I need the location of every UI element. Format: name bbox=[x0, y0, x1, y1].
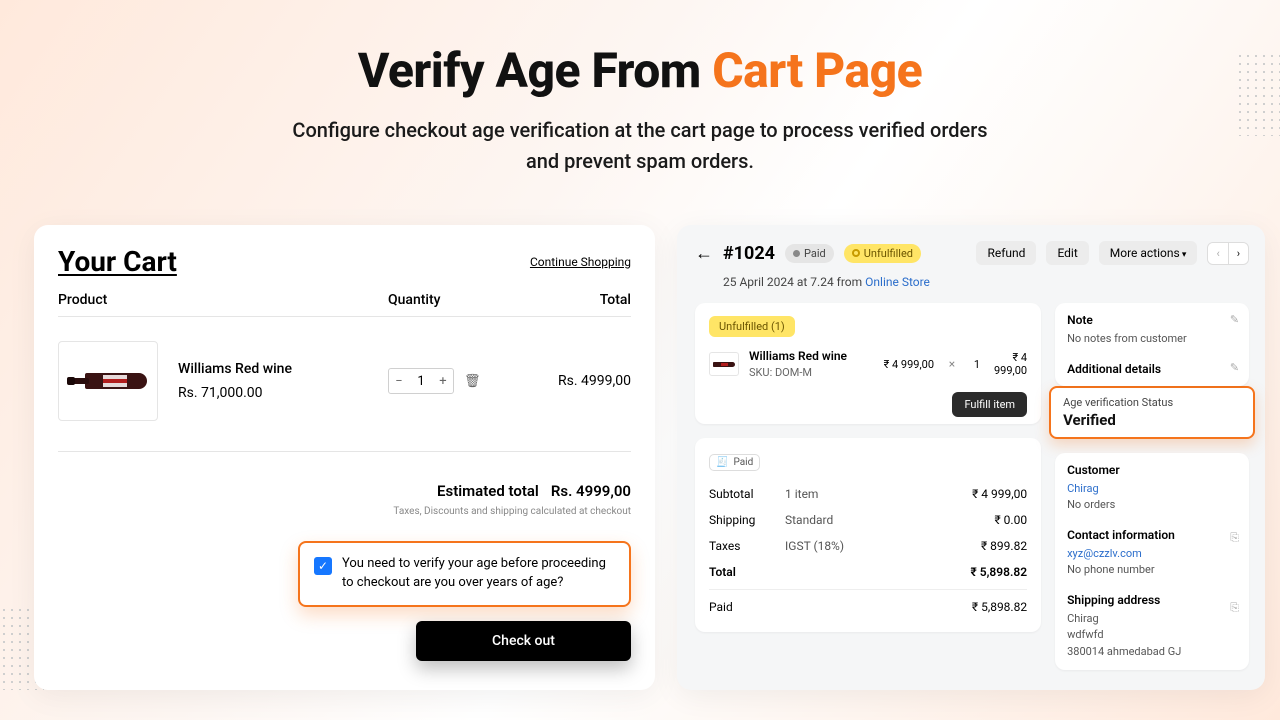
avs-label: Age verification Status bbox=[1063, 396, 1241, 409]
continue-shopping-link[interactable]: Continue Shopping bbox=[530, 255, 631, 269]
product-thumbnail-small[interactable] bbox=[709, 352, 739, 376]
customer-heading: Customer bbox=[1067, 463, 1237, 477]
line-unit-price: ₹ 4 999,00 bbox=[879, 358, 934, 371]
prev-order-button[interactable]: ‹ bbox=[1208, 243, 1228, 264]
product-name: Williams Red wine bbox=[178, 361, 388, 377]
estimated-total: Estimated totalRs. 4999,00 bbox=[58, 482, 631, 500]
remove-item-icon[interactable]: 🗑 bbox=[464, 374, 481, 389]
qty-increase-button[interactable]: + bbox=[433, 374, 453, 389]
order-date: 25 April 2024 at 7.24 from Online Store bbox=[723, 275, 1249, 289]
sales-channel-link[interactable]: Online Store bbox=[865, 275, 930, 289]
page-title: Verify Age From Cart Page bbox=[0, 42, 1280, 99]
line-product-name: Williams Red wine bbox=[749, 349, 869, 363]
cart-title: Your Cart bbox=[58, 245, 177, 278]
product-thumbnail[interactable] bbox=[58, 341, 158, 421]
order-card: ← #1024 Paid Unfulfilled Refund Edit Mor… bbox=[677, 225, 1265, 690]
order-pager: ‹ › bbox=[1207, 242, 1249, 265]
note-body: No notes from customer bbox=[1067, 331, 1237, 348]
shipping-heading: Shipping address bbox=[1067, 593, 1237, 607]
copy-icon[interactable]: ⎘ bbox=[1230, 601, 1239, 615]
fulfillment-panel: Unfulfilled (1) Williams Red wine SKU: D… bbox=[695, 303, 1041, 424]
page-subtitle: Configure checkout age verification at t… bbox=[0, 115, 1280, 177]
edit-icon[interactable]: ✎ bbox=[1230, 313, 1239, 326]
order-id: #1024 bbox=[723, 243, 775, 264]
more-actions-dropdown[interactable]: More actions bbox=[1099, 241, 1198, 265]
line-total: ₹ 4 999,00 bbox=[994, 351, 1027, 377]
paid-badge: Paid bbox=[785, 244, 834, 263]
paid-label: Paid bbox=[709, 600, 785, 614]
qty-decrease-button[interactable]: − bbox=[389, 374, 409, 389]
quantity-stepper[interactable]: − 1 + bbox=[388, 368, 454, 394]
age-verify-checkbox[interactable]: ✓ bbox=[314, 557, 332, 575]
order-line-item: Williams Red wine SKU: DOM-M ₹ 4 999,00 … bbox=[709, 349, 1027, 379]
contact-heading: Contact information bbox=[1067, 528, 1237, 542]
line-total: Rs. 4999,00 bbox=[558, 373, 631, 389]
col-quantity: Quantity bbox=[388, 292, 518, 308]
checkout-button[interactable]: Check out bbox=[416, 621, 631, 661]
customer-panel: Customer ChiragNo orders Contact informa… bbox=[1055, 453, 1249, 671]
note-panel: ✎ Note No notes from customer Additional… bbox=[1055, 303, 1249, 386]
copy-icon[interactable]: ⎘ bbox=[1230, 531, 1239, 545]
receipt-icon: 🧾 bbox=[716, 457, 728, 468]
unfulfilled-count-badge: Unfulfilled (1) bbox=[709, 316, 795, 337]
total-label: Total bbox=[709, 565, 785, 579]
tax-note: Taxes, Discounts and shipping calculated… bbox=[58, 506, 631, 517]
avs-value: Verified bbox=[1063, 411, 1241, 429]
subtotal-label: Subtotal bbox=[709, 487, 785, 501]
additional-details-heading: Additional details bbox=[1067, 362, 1237, 376]
divider bbox=[58, 316, 631, 317]
next-order-button[interactable]: › bbox=[1229, 243, 1248, 264]
cart-line-item: Williams Red wine Rs. 71,000.00 − 1 + 🗑 … bbox=[58, 341, 631, 421]
customer-link[interactable]: Chirag bbox=[1067, 482, 1099, 495]
shipping-label: Shipping bbox=[709, 513, 785, 527]
refund-button[interactable]: Refund bbox=[976, 241, 1036, 265]
back-arrow-icon[interactable]: ← bbox=[695, 243, 713, 264]
unfulfilled-badge: Unfulfilled bbox=[844, 244, 921, 263]
decoration-dots bbox=[1236, 52, 1280, 136]
customer-email-link[interactable]: xyz@czzlv.com bbox=[1067, 547, 1142, 560]
shipping-address: Chirag wdfwfd 380014 ahmedabad GJ bbox=[1067, 611, 1237, 661]
col-product: Product bbox=[58, 292, 388, 308]
col-total: Total bbox=[518, 292, 631, 308]
line-qty: 1 bbox=[970, 358, 984, 371]
qty-value: 1 bbox=[409, 374, 433, 389]
edit-icon[interactable]: ✎ bbox=[1230, 361, 1239, 374]
cart-columns: Product Quantity Total bbox=[58, 292, 631, 308]
note-heading: Note bbox=[1067, 313, 1237, 327]
cart-card: Your Cart Continue Shopping Product Quan… bbox=[34, 225, 655, 690]
fulfill-item-button[interactable]: Fulfill item bbox=[952, 392, 1027, 417]
edit-button[interactable]: Edit bbox=[1046, 241, 1088, 265]
payment-panel: 🧾Paid Subtotal1 item₹ 4 999,00 ShippingS… bbox=[695, 438, 1041, 632]
paid-chip: 🧾Paid bbox=[709, 454, 760, 471]
age-verify-text: You need to verify your age before proce… bbox=[342, 555, 615, 593]
divider bbox=[58, 451, 631, 452]
multiply-icon: × bbox=[944, 357, 960, 371]
age-verification-callout: ✓ You need to verify your age before pro… bbox=[298, 541, 631, 607]
taxes-label: Taxes bbox=[709, 539, 785, 553]
product-price: Rs. 71,000.00 bbox=[178, 385, 388, 401]
age-verification-status-panel: Age verification Status Verified bbox=[1049, 386, 1255, 439]
line-sku: SKU: DOM-M bbox=[749, 366, 869, 379]
